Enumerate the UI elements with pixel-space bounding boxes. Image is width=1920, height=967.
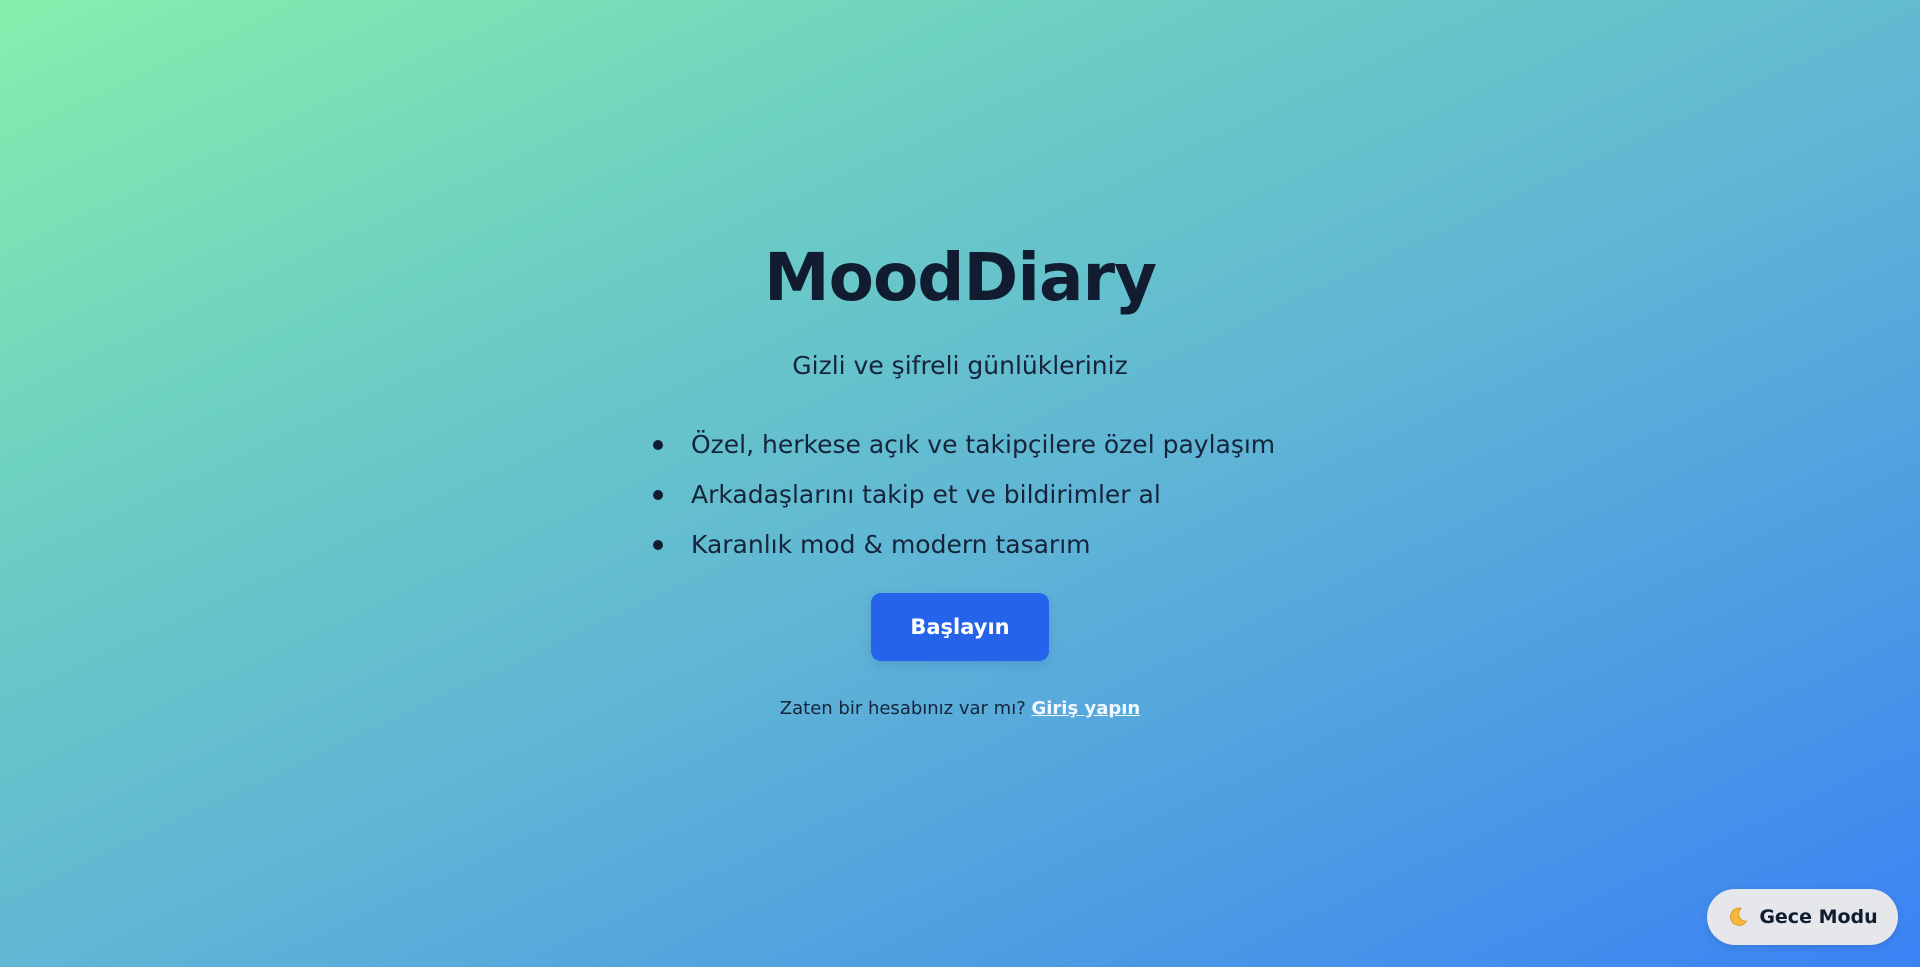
login-link[interactable]: Giriş yapın [1031, 698, 1140, 719]
feature-item: Karanlık mod & modern tasarım [651, 520, 1275, 570]
bullet-icon [653, 440, 663, 450]
feature-item: Özel, herkese açık ve takipçilere özel p… [651, 420, 1275, 470]
feature-item: Arkadaşlarını takip et ve bildirimler al [651, 470, 1275, 520]
feature-text: Özel, herkese açık ve takipçilere özel p… [691, 430, 1276, 459]
app-subtitle: Gizli ve şifreli günlükleriniz [792, 351, 1128, 380]
app-title: MoodDiary [763, 239, 1157, 316]
bullet-icon [653, 490, 663, 500]
moon-icon [1727, 906, 1749, 928]
feature-text: Karanlık mod & modern tasarım [691, 530, 1091, 559]
login-prompt-line: Zaten bir hesabınız var mı? Giriş yapın [0, 696, 1920, 722]
bullet-icon [653, 540, 663, 550]
night-mode-label: Gece Modu [1759, 906, 1878, 928]
login-prompt-text: Zaten bir hesabınız var mı? [779, 698, 1026, 719]
feature-list: Özel, herkese açık ve takipçilere özel p… [651, 420, 1275, 570]
night-mode-toggle[interactable]: Gece Modu [1707, 889, 1898, 945]
landing-hero: MoodDiary Gizli ve şifreli günlükleriniz… [0, 0, 1920, 967]
get-started-button[interactable]: Başlayın [871, 593, 1049, 661]
feature-text: Arkadaşlarını takip et ve bildirimler al [691, 480, 1161, 509]
